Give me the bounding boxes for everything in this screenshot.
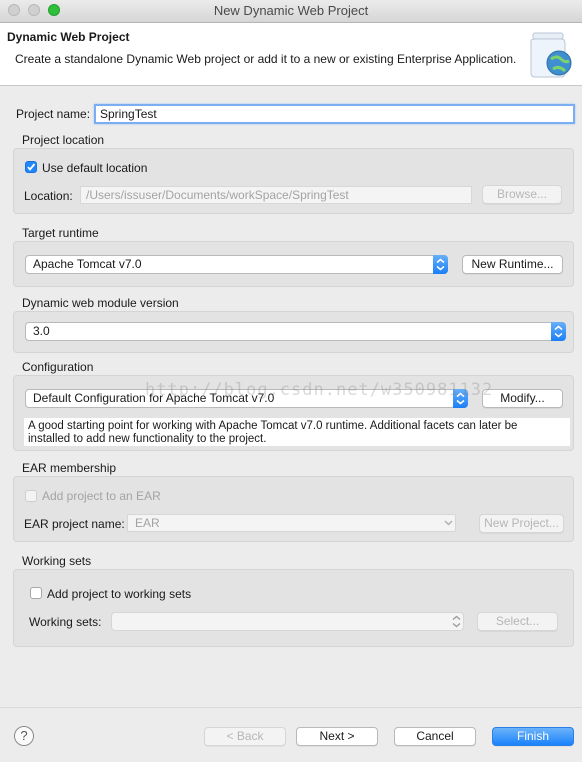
jar-globe-icon: [530, 32, 572, 78]
project-name-label: Project name:: [16, 107, 91, 121]
web-module-heading: Dynamic web module version: [22, 296, 179, 310]
ear-project-name-label: EAR project name:: [24, 517, 125, 531]
chevron-updown-icon: [433, 255, 448, 274]
browse-button[interactable]: Browse...: [482, 185, 562, 204]
use-default-location-label: Use default location: [42, 161, 148, 175]
chevron-updown-icon: [453, 389, 468, 408]
target-runtime-value: Apache Tomcat v7.0: [33, 257, 142, 271]
project-location-group: Use default location Location: /Users/is…: [13, 148, 574, 214]
working-sets-heading: Working sets: [22, 554, 92, 568]
window-title: New Dynamic Web Project: [213, 3, 369, 18]
ear-membership-heading: EAR membership: [22, 461, 117, 475]
new-runtime-button[interactable]: New Runtime...: [462, 255, 563, 274]
configuration-description: A good starting point for working with A…: [24, 418, 570, 446]
target-runtime-select[interactable]: Apache Tomcat v7.0: [25, 255, 448, 274]
configuration-select[interactable]: Default Configuration for Apache Tomcat …: [25, 389, 468, 408]
chevron-updown-icon: [449, 612, 464, 631]
web-module-version-value: 3.0: [33, 324, 50, 338]
add-to-ear-label: Add project to an EAR: [42, 489, 161, 503]
back-button[interactable]: < Back: [204, 727, 286, 746]
checkmark-icon: [27, 163, 36, 171]
use-default-location-checkbox[interactable]: [25, 161, 37, 173]
cancel-button[interactable]: Cancel: [394, 727, 476, 746]
configuration-description-line1: A good starting point for working with A…: [28, 420, 518, 432]
chevron-updown-icon: [551, 322, 566, 341]
project-location-heading: Project location: [22, 133, 105, 147]
target-runtime-heading: Target runtime: [22, 226, 99, 240]
banner-description: Create a standalone Dynamic Web project …: [15, 52, 517, 66]
ear-project-name-combo[interactable]: EAR: [127, 514, 456, 532]
configuration-heading: Configuration: [22, 360, 94, 374]
configuration-value: Default Configuration for Apache Tomcat …: [33, 391, 275, 405]
working-sets-select[interactable]: [111, 612, 464, 631]
web-module-version-select[interactable]: 3.0: [25, 322, 566, 341]
finish-button[interactable]: Finish: [492, 727, 574, 746]
working-sets-group: Add project to working sets Working sets…: [13, 569, 574, 647]
working-sets-label: Working sets:: [29, 615, 102, 629]
web-module-group: 3.0: [13, 311, 574, 353]
help-icon[interactable]: ?: [14, 726, 34, 746]
project-name-input[interactable]: SpringTest: [94, 104, 575, 124]
title-bar: New Dynamic Web Project: [0, 0, 582, 23]
location-label: Location:: [24, 189, 73, 203]
next-button[interactable]: Next >: [296, 727, 378, 746]
modify-button[interactable]: Modify...: [482, 389, 563, 408]
ear-new-project-button[interactable]: New Project...: [479, 514, 564, 533]
banner-title: Dynamic Web Project: [7, 30, 130, 44]
select-working-sets-button[interactable]: Select...: [477, 612, 558, 631]
add-to-working-sets-label: Add project to working sets: [47, 587, 192, 601]
wizard-banner: Dynamic Web Project Create a standalone …: [0, 23, 582, 86]
location-input[interactable]: /Users/issuser/Documents/workSpace/Sprin…: [80, 186, 472, 204]
ear-membership-group: Add project to an EAR EAR project name: …: [13, 476, 574, 542]
chevron-down-icon: [441, 514, 456, 533]
footer-separator: [0, 707, 582, 708]
add-to-ear-checkbox[interactable]: [25, 490, 37, 502]
add-to-working-sets-checkbox[interactable]: [30, 587, 42, 599]
configuration-group: Default Configuration for Apache Tomcat …: [13, 375, 574, 451]
configuration-description-line2: installed to add new functionality to th…: [28, 433, 267, 445]
target-runtime-group: Apache Tomcat v7.0 New Runtime...: [13, 241, 574, 287]
ear-project-name-value: EAR: [135, 516, 160, 530]
